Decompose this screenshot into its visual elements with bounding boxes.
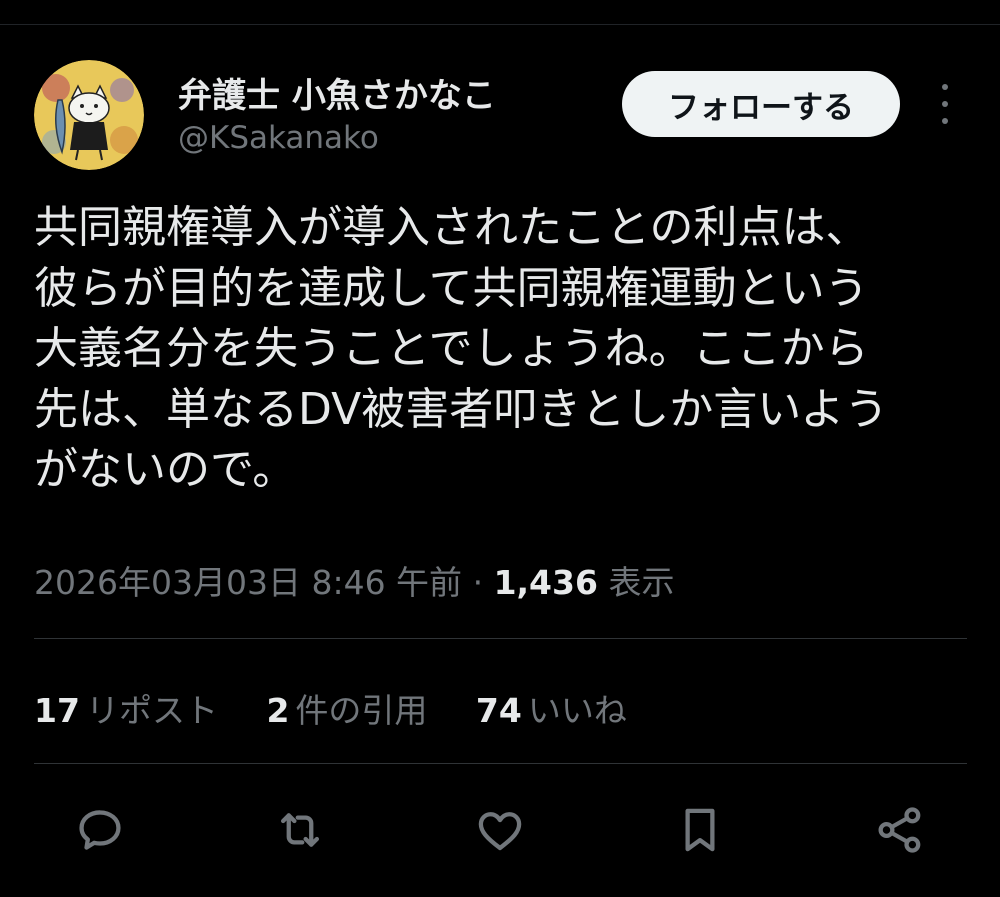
reposts-count: 17 bbox=[34, 691, 80, 730]
more-vertical-icon[interactable] bbox=[928, 84, 962, 124]
reposts-label: リポスト bbox=[85, 691, 218, 730]
tweet-text: 共同親権導入が導入されたことの利点は、 彼らが目的を達成して共同親権運動という … bbox=[34, 198, 969, 501]
tweet-text-line: 彼らが目的を達成して共同親権運動という bbox=[34, 262, 869, 314]
cat-holding-fish-avatar-icon bbox=[34, 60, 144, 170]
tweet-text-line: がないので。 bbox=[34, 444, 297, 495]
avatar[interactable] bbox=[34, 60, 144, 170]
quotes-count: 2 bbox=[266, 691, 290, 730]
author-display-name[interactable]: 弁護士 小魚さかなこ bbox=[178, 68, 496, 117]
repost-icon[interactable] bbox=[270, 800, 330, 860]
top-divider bbox=[0, 24, 1000, 25]
author-handle[interactable]: @KSakanako bbox=[178, 120, 379, 156]
tweet-text-line: 先は、単なるDV被害者叩きとしか言いよう bbox=[34, 383, 889, 435]
reply-icon[interactable] bbox=[70, 800, 130, 860]
like-icon[interactable] bbox=[470, 800, 530, 860]
tweet-detail-page: 弁護士 小魚さかなこ @KSakanako フォローする 共同親権導入が導入され… bbox=[0, 0, 1000, 897]
tweet-timestamp[interactable]: 2026年03月03日 8:46 午前 bbox=[34, 563, 462, 602]
reposts-stat[interactable]: 17 リポスト bbox=[34, 684, 218, 732]
views-label: 表示 bbox=[608, 563, 675, 602]
meta-separator: · bbox=[472, 563, 484, 602]
quotes-stat[interactable]: 2 件の引用 bbox=[266, 684, 427, 732]
bookmark-icon[interactable] bbox=[670, 800, 730, 860]
share-icon[interactable] bbox=[870, 800, 930, 860]
likes-label: いいね bbox=[527, 691, 627, 730]
likes-count: 74 bbox=[475, 691, 522, 730]
tweet-text-line: 大義名分を失うことでしょうね。ここから bbox=[34, 323, 869, 374]
tweet-text-line: 共同親権導入が導入されたことの利点は、 bbox=[34, 202, 870, 253]
views-count: 1,436 bbox=[493, 563, 598, 602]
follow-button[interactable]: フォローする bbox=[622, 71, 900, 137]
divider bbox=[34, 638, 967, 639]
divider bbox=[34, 763, 967, 764]
action-bar bbox=[0, 800, 1000, 860]
likes-stat[interactable]: 74 いいね bbox=[476, 684, 627, 732]
engagement-stats: 17 リポスト 2 件の引用 74 いいね bbox=[34, 684, 665, 732]
tweet-meta: 2026年03月03日 8:46 午前 · 1,436 表示 bbox=[34, 556, 674, 604]
quotes-label: 件の引用 bbox=[295, 691, 428, 730]
